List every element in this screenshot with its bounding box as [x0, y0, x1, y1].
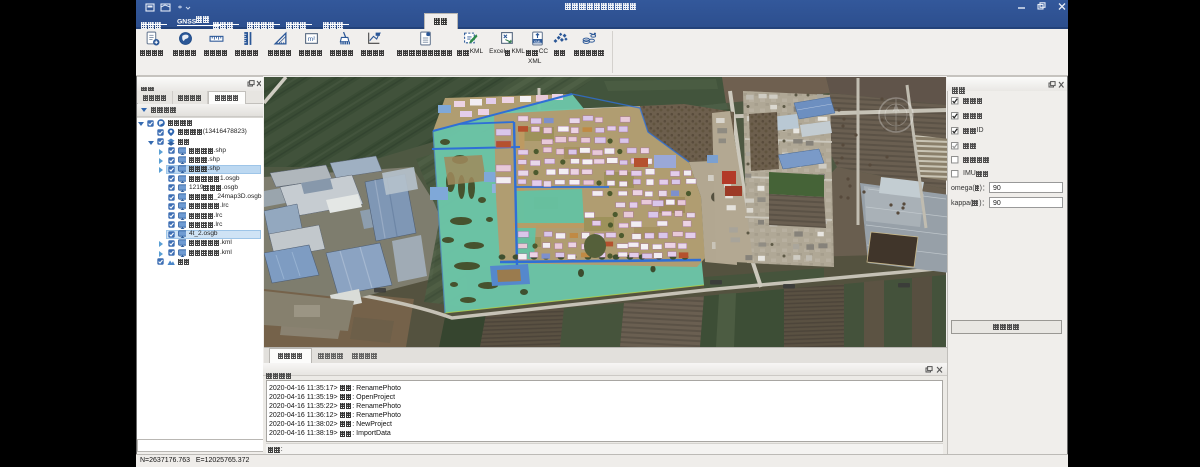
- svg-text:XML: XML: [533, 40, 542, 44]
- svg-text:m²: m²: [307, 36, 315, 43]
